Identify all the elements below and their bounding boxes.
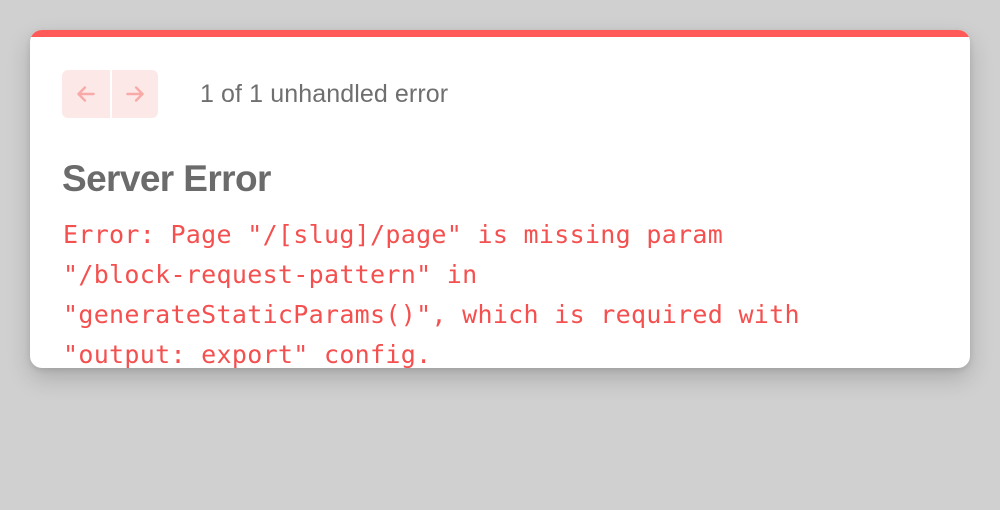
arrow-left-icon — [77, 86, 95, 102]
error-dialog: 1 of 1 unhandled error Server Error Erro… — [30, 30, 970, 368]
previous-error-button[interactable] — [62, 70, 110, 118]
error-navigation — [62, 70, 158, 118]
error-counter: 1 of 1 unhandled error — [200, 79, 449, 108]
dialog-header: 1 of 1 unhandled error — [62, 70, 448, 118]
next-error-button[interactable] — [110, 70, 158, 118]
arrow-right-icon — [126, 86, 144, 102]
backdrop: 1 of 1 unhandled error Server Error Erro… — [0, 0, 1000, 510]
error-title: Server Error — [62, 158, 271, 199]
accent-bar — [30, 30, 970, 37]
error-message: Error: Page "/[slug]/page" is missing pa… — [63, 220, 800, 368]
